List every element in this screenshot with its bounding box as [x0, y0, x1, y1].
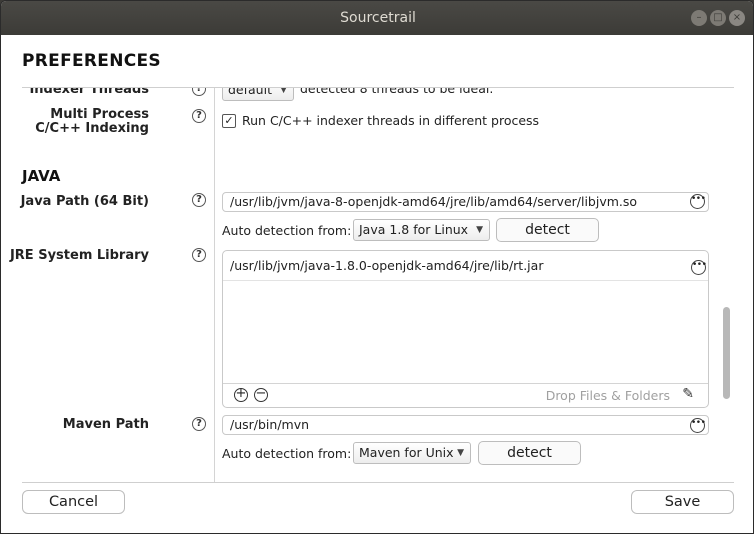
- maven-path-input[interactable]: /usr/bin/mvn: [222, 415, 709, 435]
- preferences-window: Sourcetrail – □ × PREFERENCES Indexer Th…: [0, 0, 754, 534]
- jre-library-label: JRE System Library: [9, 248, 149, 263]
- list-footer: + − Drop Files & Folders ✎: [223, 383, 708, 407]
- close-icon[interactable]: ×: [729, 10, 745, 26]
- scrollbar-thumb[interactable]: [723, 307, 730, 399]
- multi-process-checkbox[interactable]: ✓: [222, 114, 236, 128]
- window-title: Sourcetrail: [340, 10, 416, 26]
- more-options-icon[interactable]: •••: [690, 194, 706, 209]
- indexer-threads-note: detected 8 threads to be ideal.: [300, 88, 494, 96]
- maven-path-value: /usr/bin/mvn: [230, 417, 310, 432]
- remove-icon[interactable]: −: [254, 387, 268, 402]
- java-auto-detection-label: Auto detection from:: [222, 223, 352, 238]
- chevron-down-icon: ▼: [476, 225, 483, 235]
- help-icon[interactable]: ?: [192, 193, 206, 207]
- pencil-icon[interactable]: ✎: [682, 386, 694, 402]
- java-path-label: Java Path (64 Bit): [20, 194, 149, 209]
- more-options-icon[interactable]: •••: [690, 418, 706, 433]
- jre-library-list[interactable]: /usr/lib/jvm/java-1.8.0-openjdk-amd64/jr…: [222, 250, 709, 408]
- list-item[interactable]: /usr/lib/jvm/java-1.8.0-openjdk-amd64/jr…: [223, 251, 708, 281]
- jre-library-item: /usr/lib/jvm/java-1.8.0-openjdk-amd64/jr…: [230, 258, 544, 273]
- help-icon[interactable]: ?: [192, 417, 206, 431]
- chevron-down-icon: ▼: [280, 88, 287, 95]
- settings-scroll-area[interactable]: Indexer Threads ? default ▼ detected 8 t…: [1, 88, 721, 482]
- multi-process-label-line2: C/C++ Indexing: [35, 121, 149, 136]
- maven-detect-button[interactable]: detect: [478, 441, 581, 465]
- divider: [22, 482, 734, 483]
- cancel-button[interactable]: Cancel: [22, 490, 125, 514]
- scrollbar-track[interactable]: [721, 88, 733, 482]
- java-path-value: /usr/lib/jvm/java-8-openjdk-amd64/jre/li…: [230, 194, 638, 209]
- help-icon[interactable]: ?: [192, 109, 206, 123]
- maven-auto-detection-label: Auto detection from:: [222, 446, 352, 461]
- java-section-title: JAVA: [22, 167, 61, 185]
- indexer-threads-value: default: [228, 88, 272, 97]
- drop-hint: Drop Files & Folders: [545, 388, 670, 403]
- java-auto-detection-value: Java 1.8 for Linux: [359, 222, 469, 237]
- title-bar[interactable]: Sourcetrail – □ ×: [1, 1, 753, 35]
- indexer-threads-select[interactable]: default ▼: [222, 88, 294, 101]
- column-separator: [214, 88, 215, 482]
- indexer-threads-label: Indexer Threads: [29, 88, 149, 97]
- chevron-down-icon: ▼: [457, 448, 464, 458]
- maximize-icon[interactable]: □: [710, 10, 726, 26]
- more-options-icon[interactable]: •••: [691, 260, 707, 275]
- minimize-icon[interactable]: –: [691, 10, 707, 26]
- page-title: PREFERENCES: [22, 51, 161, 71]
- add-icon[interactable]: +: [234, 387, 248, 402]
- java-path-input[interactable]: /usr/lib/jvm/java-8-openjdk-amd64/jre/li…: [222, 192, 709, 212]
- multi-process-text: Run C/C++ indexer threads in different p…: [242, 113, 540, 128]
- maven-path-label: Maven Path: [62, 417, 149, 432]
- help-icon[interactable]: ?: [192, 248, 206, 262]
- help-icon[interactable]: ?: [192, 88, 206, 96]
- maven-auto-detection-value: Maven for Unix: [359, 445, 454, 460]
- maven-auto-detection-select[interactable]: Maven for Unix ▼: [353, 442, 471, 464]
- multi-process-label-line1: Multi Process: [50, 107, 149, 122]
- java-detect-button[interactable]: detect: [496, 218, 599, 242]
- java-auto-detection-select[interactable]: Java 1.8 for Linux ▼: [353, 219, 490, 241]
- save-button[interactable]: Save: [631, 490, 734, 514]
